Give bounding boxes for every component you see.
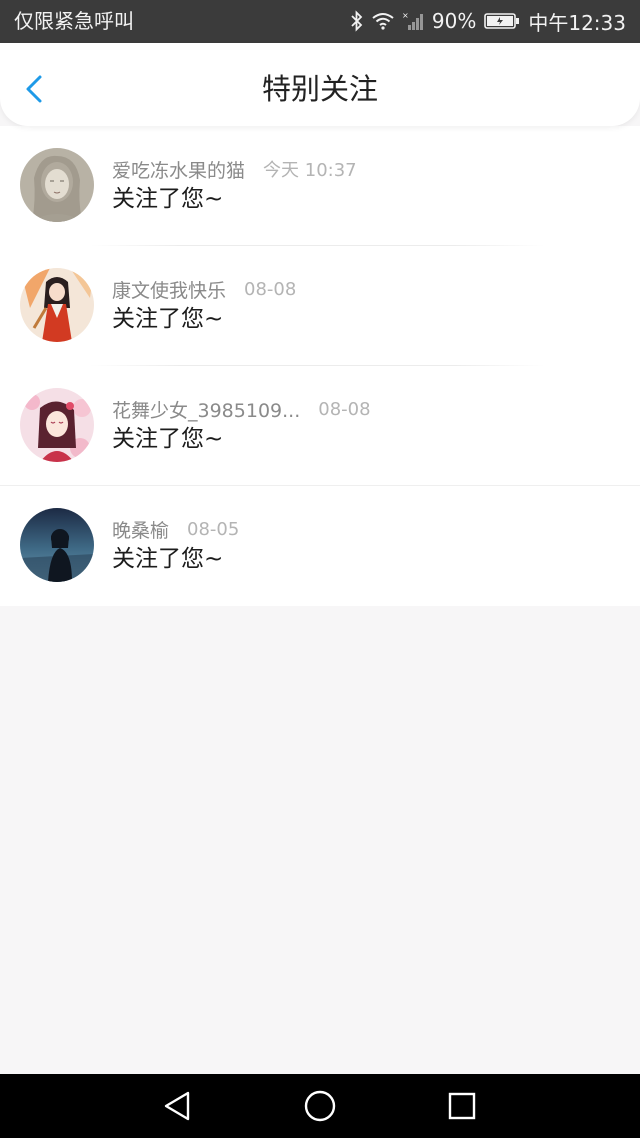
list-item[interactable]: 爱吃冻水果的猫 今天 10:37 关注了您~ [0, 126, 640, 246]
avatar[interactable] [20, 268, 94, 342]
message-text: 关注了您~ [112, 546, 224, 572]
battery-icon [484, 12, 520, 30]
name-line: 康文使我快乐 08-08 [112, 276, 296, 302]
message-text: 关注了您~ [112, 426, 224, 452]
status-icons: × 90% 中午12:33 [350, 8, 626, 35]
signal-icon: × [402, 11, 424, 31]
name-line: 花舞少女_3985109... 08-08 [112, 396, 371, 422]
timestamp: 今天 10:37 [263, 160, 357, 181]
timestamp: 08-05 [187, 518, 240, 540]
user-name[interactable]: 康文使我快乐 [112, 276, 226, 303]
timestamp: 08-08 [244, 278, 297, 300]
list-item[interactable]: 晚桑榆 08-05 关注了您~ [0, 486, 640, 606]
system-nav-bar [0, 1074, 640, 1138]
bluetooth-icon [350, 10, 364, 32]
list-item[interactable]: 花舞少女_3985109... 08-08 关注了您~ [0, 366, 640, 486]
status-bar: 仅限紧急呼叫 × 90% 中午12:33 [0, 0, 640, 43]
svg-text:×: × [402, 11, 409, 20]
nav-home-button[interactable] [302, 1088, 338, 1124]
wifi-icon [372, 12, 394, 30]
clock: 中午12:33 [528, 10, 626, 35]
nav-recents-button[interactable] [444, 1088, 480, 1124]
avatar[interactable] [20, 388, 94, 462]
page-title: 特别关注 [261, 72, 378, 106]
message-text: 关注了您~ [112, 306, 224, 332]
nav-back-button[interactable] [160, 1088, 196, 1124]
name-line: 爱吃冻水果的猫 今天 10:37 [112, 156, 357, 182]
battery-percent: 90% [431, 9, 477, 33]
recents-square-icon [444, 1092, 480, 1128]
carrier-text: 仅限紧急呼叫 [14, 9, 134, 33]
list-item[interactable]: 康文使我快乐 08-08 关注了您~ [0, 246, 640, 366]
timestamp: 08-08 [318, 398, 371, 420]
home-circle-icon [302, 1090, 338, 1128]
avatar[interactable] [20, 148, 94, 222]
header: 特别关注 [0, 43, 640, 126]
user-name[interactable]: 花舞少女_3985109... [112, 396, 300, 423]
user-name[interactable]: 爱吃冻水果的猫 [112, 156, 245, 183]
back-triangle-icon [160, 1091, 196, 1128]
follow-list: 爱吃冻水果的猫 今天 10:37 关注了您~ 康文使我快乐 08-08 关注了您… [0, 126, 640, 606]
name-line: 晚桑榆 08-05 [112, 516, 239, 542]
avatar[interactable] [20, 508, 94, 582]
message-text: 关注了您~ [112, 186, 224, 212]
user-name[interactable]: 晚桑榆 [112, 516, 169, 543]
